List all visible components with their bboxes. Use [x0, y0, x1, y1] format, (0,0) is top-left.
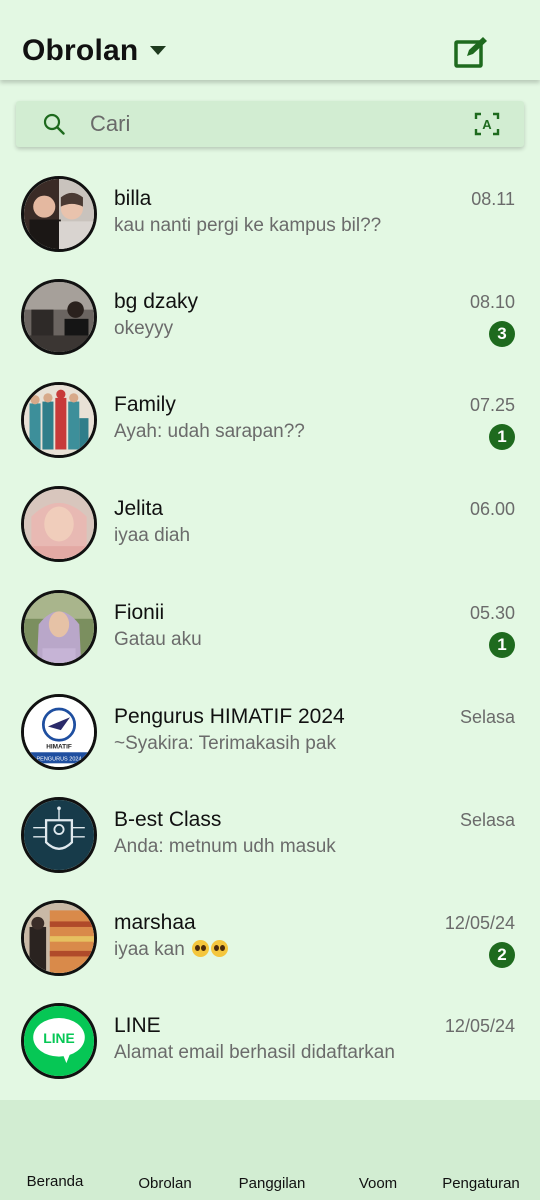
search-icon[interactable] — [42, 112, 66, 136]
chat-preview: Ayah: udah sarapan?? — [114, 421, 305, 442]
chat-item-jelita[interactable]: Jelita iyaa diah 06.00 — [0, 486, 540, 586]
chat-time: 12/05/24 — [444, 1016, 515, 1036]
chat-name: marshaa — [114, 911, 196, 934]
unread-badge: 3 — [489, 321, 515, 347]
nav-tab-panggilan[interactable]: Panggilan — [239, 1175, 306, 1192]
avatar[interactable]: HIMATIF PENGURUS 2024 — [21, 694, 97, 770]
chat-item-marshaa[interactable]: marshaa iyaa kan 12/05/24 2 — [0, 900, 540, 1000]
chat-name: bg dzaky — [114, 290, 199, 313]
chat-name: Family — [114, 393, 176, 416]
page-title[interactable]: Obrolan — [22, 34, 138, 68]
avatar-logo-subtext: PENGURUS 2024 — [36, 757, 81, 763]
pleading-face-emoji — [192, 940, 210, 957]
search-bar: A — [16, 101, 524, 147]
chat-item-fionii[interactable]: Fionii Gatau aku 05.30 1 — [0, 590, 540, 690]
chat-preview: iyaa kan — [114, 939, 229, 961]
bottom-nav: Beranda Obrolan Panggilan Voom Pengatura… — [0, 1100, 540, 1200]
unread-badge: 1 — [489, 424, 515, 450]
chat-item-line[interactable]: LINE LINE Alamat email berhasil didaftar… — [0, 1003, 540, 1103]
avatar[interactable] — [21, 900, 97, 976]
search-input[interactable] — [90, 101, 450, 147]
text-scan-icon[interactable]: A — [474, 112, 500, 136]
chat-name: Fionii — [114, 601, 165, 624]
chat-preview: kau nanti pergi ke kampus bil?? — [114, 215, 382, 236]
chat-time: 08.10 — [469, 292, 515, 312]
chevron-down-icon[interactable] — [150, 46, 166, 55]
chat-preview: Alamat email berhasil didaftarkan — [114, 1042, 395, 1063]
chat-preview-text: iyaa kan — [114, 939, 185, 960]
chat-time: 07.25 — [469, 395, 515, 415]
pleading-face-emoji — [211, 940, 229, 957]
app-header: Obrolan — [0, 0, 540, 80]
chat-time: 12/05/24 — [444, 913, 515, 933]
chat-name: LINE — [114, 1014, 161, 1037]
chat-preview: Gatau aku — [114, 629, 202, 650]
nav-tab-beranda[interactable]: Beranda — [27, 1173, 84, 1190]
nav-tab-obrolan[interactable]: Obrolan — [138, 1175, 191, 1192]
avatar-logo-text: LINE — [43, 1030, 74, 1046]
chat-time: 05.30 — [469, 603, 515, 623]
avatar[interactable] — [21, 279, 97, 355]
compose-icon[interactable] — [453, 35, 489, 69]
avatar[interactable] — [21, 590, 97, 666]
avatar[interactable] — [21, 382, 97, 458]
chat-preview: ~Syakira: Terimakasih pak — [114, 733, 336, 754]
chat-item-billa[interactable]: billa kau nanti pergi ke kampus bil?? 08… — [0, 176, 540, 276]
chat-preview: iyaa diah — [114, 525, 191, 546]
chat-time: 06.00 — [469, 499, 515, 519]
avatar[interactable] — [21, 486, 97, 562]
chat-preview: Anda: metnum udh masuk — [114, 836, 336, 857]
svg-text:A: A — [482, 117, 492, 132]
chat-name: Jelita — [114, 497, 164, 520]
chat-item-bg-dzaky[interactable]: bg dzaky okeyyy 08.10 3 — [0, 279, 540, 379]
chat-time: 08.11 — [471, 189, 515, 209]
chat-time: Selasa — [459, 707, 515, 727]
unread-badge: 1 — [489, 632, 515, 658]
chat-name: B-est Class — [114, 808, 222, 831]
avatar[interactable]: LINE — [21, 1003, 97, 1079]
unread-badge: 2 — [489, 942, 515, 968]
chat-item-family[interactable]: Family Ayah: udah sarapan?? 07.25 1 — [0, 382, 540, 482]
nav-tab-voom[interactable]: Voom — [359, 1175, 397, 1192]
avatar-logo-text: HIMATIF — [46, 744, 72, 751]
chat-time: Selasa — [459, 810, 515, 830]
chat-item-b-est-class[interactable]: B-est Class Anda: metnum udh masuk Selas… — [0, 797, 540, 897]
chat-name: Pengurus HIMATIF 2024 — [114, 705, 345, 728]
nav-tab-pengaturan[interactable]: Pengaturan — [442, 1175, 520, 1192]
chat-name: billa — [114, 187, 152, 210]
avatar[interactable] — [21, 176, 97, 252]
avatar[interactable] — [21, 797, 97, 873]
chat-preview: okeyyy — [114, 318, 174, 339]
chat-item-pengurus-himatif[interactable]: HIMATIF PENGURUS 2024 Pengurus HIMATIF 2… — [0, 694, 540, 794]
